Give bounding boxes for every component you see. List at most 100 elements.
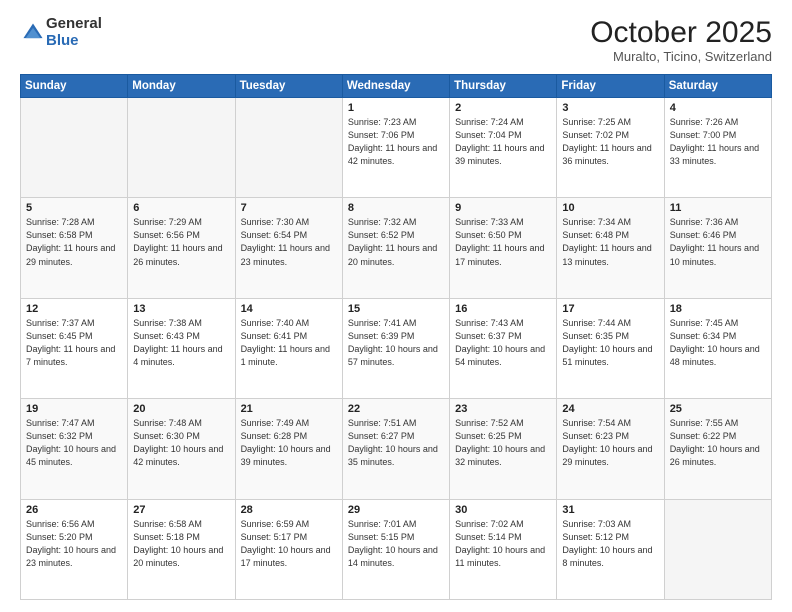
calendar-header-row: SundayMondayTuesdayWednesdayThursdayFrid… (21, 75, 772, 98)
calendar-cell: 15 Sunrise: 7:41 AMSunset: 6:39 PMDayligh… (342, 298, 449, 398)
day-info: Sunrise: 7:33 AMSunset: 6:50 PMDaylight:… (455, 216, 551, 268)
day-info: Sunrise: 7:34 AMSunset: 6:48 PMDaylight:… (562, 216, 658, 268)
day-number: 14 (241, 303, 337, 315)
calendar-cell: 30 Sunrise: 7:02 AMSunset: 5:14 PMDayligh… (450, 499, 557, 599)
day-info: Sunrise: 7:44 AMSunset: 6:35 PMDaylight:… (562, 317, 658, 369)
calendar-cell (128, 98, 235, 198)
day-number: 30 (455, 504, 551, 516)
day-info: Sunrise: 7:49 AMSunset: 6:28 PMDaylight:… (241, 417, 337, 469)
day-number: 8 (348, 202, 444, 214)
calendar-cell: 20Sunrise: 7:48 AMSunset: 6:30 PMDayligh… (128, 399, 235, 499)
calendar-cell: 8 Sunrise: 7:32 AMSunset: 6:52 PMDaylight… (342, 198, 449, 298)
day-number: 12 (26, 303, 122, 315)
day-info: Sunrise: 7:55 AMSunset: 6:22 PMDaylight:… (670, 417, 766, 469)
day-number: 9 (455, 202, 551, 214)
day-number: 18 (670, 303, 766, 315)
day-number: 23 (455, 403, 551, 415)
day-info: Sunrise: 7:48 AMSunset: 6:30 PMDaylight:… (133, 417, 229, 469)
calendar-cell: 31 Sunrise: 7:03 AMSunset: 5:12 PMDayligh… (557, 499, 664, 599)
day-number: 26 (26, 504, 122, 516)
calendar-cell: 25 Sunrise: 7:55 AMSunset: 6:22 PMDayligh… (664, 399, 771, 499)
day-info: Sunrise: 7:52 AMSunset: 6:25 PMDaylight:… (455, 417, 551, 469)
day-info: Sunrise: 6:58 AMSunset: 5:18 PMDaylight:… (133, 518, 229, 570)
day-number: 28 (241, 504, 337, 516)
day-number: 16 (455, 303, 551, 315)
day-info: Sunrise: 7:25 AMSunset: 7:02 PMDaylight:… (562, 116, 658, 168)
day-info: Sunrise: 7:38 AMSunset: 6:43 PMDaylight:… (133, 317, 229, 369)
day-number: 17 (562, 303, 658, 315)
calendar-cell: 14 Sunrise: 7:40 AMSunset: 6:41 PMDayligh… (235, 298, 342, 398)
calendar-cell: 28 Sunrise: 6:59 AMSunset: 5:17 PMDayligh… (235, 499, 342, 599)
day-info: Sunrise: 7:41 AMSunset: 6:39 PMDaylight:… (348, 317, 444, 369)
day-number: 4 (670, 102, 766, 114)
day-info: Sunrise: 7:37 AMSunset: 6:45 PMDaylight:… (26, 317, 122, 369)
day-number: 31 (562, 504, 658, 516)
day-info: Sunrise: 7:45 AMSunset: 6:34 PMDaylight:… (670, 317, 766, 369)
header: General Blue October 2025 Muralto, Ticin… (20, 16, 772, 64)
calendar: SundayMondayTuesdayWednesdayThursdayFrid… (20, 74, 772, 600)
calendar-cell: 17 Sunrise: 7:44 AMSunset: 6:35 PMDayligh… (557, 298, 664, 398)
calendar-cell (21, 98, 128, 198)
calendar-cell: 3Sunrise: 7:25 AMSunset: 7:02 PMDaylight… (557, 98, 664, 198)
calendar-week-row: 5Sunrise: 7:28 AMSunset: 6:58 PMDaylight… (21, 198, 772, 298)
day-info: Sunrise: 7:28 AMSunset: 6:58 PMDaylight:… (26, 216, 122, 268)
day-info: Sunrise: 7:36 AMSunset: 6:46 PMDaylight:… (670, 216, 766, 268)
day-info: Sunrise: 7:51 AMSunset: 6:27 PMDaylight:… (348, 417, 444, 469)
day-info: Sunrise: 7:02 AMSunset: 5:14 PMDaylight:… (455, 518, 551, 570)
calendar-header-sunday: Sunday (21, 75, 128, 98)
day-info: Sunrise: 7:40 AMSunset: 6:41 PMDaylight:… (241, 317, 337, 369)
calendar-cell: 22Sunrise: 7:51 AMSunset: 6:27 PMDayligh… (342, 399, 449, 499)
calendar-cell: 13 Sunrise: 7:38 AMSunset: 6:43 PMDayligh… (128, 298, 235, 398)
calendar-cell: 18 Sunrise: 7:45 AMSunset: 6:34 PMDayligh… (664, 298, 771, 398)
day-number: 15 (348, 303, 444, 315)
location: Muralto, Ticino, Switzerland (590, 49, 772, 64)
calendar-cell: 12 Sunrise: 7:37 AMSunset: 6:45 PMDayligh… (21, 298, 128, 398)
day-info: Sunrise: 6:59 AMSunset: 5:17 PMDaylight:… (241, 518, 337, 570)
calendar-cell (664, 499, 771, 599)
day-info: Sunrise: 7:24 AMSunset: 7:04 PMDaylight:… (455, 116, 551, 168)
day-number: 11 (670, 202, 766, 214)
day-number: 19 (26, 403, 122, 415)
calendar-cell (235, 98, 342, 198)
day-number: 24 (562, 403, 658, 415)
logo-text: General Blue (46, 16, 102, 49)
calendar-cell: 27 Sunrise: 6:58 AMSunset: 5:18 PMDayligh… (128, 499, 235, 599)
calendar-cell: 24 Sunrise: 7:54 AMSunset: 6:23 PMDayligh… (557, 399, 664, 499)
calendar-week-row: 1 Sunrise: 7:23 AMSunset: 7:06 PMDaylight… (21, 98, 772, 198)
day-number: 27 (133, 504, 229, 516)
day-info: Sunrise: 7:43 AMSunset: 6:37 PMDaylight:… (455, 317, 551, 369)
day-info: Sunrise: 7:54 AMSunset: 6:23 PMDaylight:… (562, 417, 658, 469)
day-info: Sunrise: 7:32 AMSunset: 6:52 PMDaylight:… (348, 216, 444, 268)
calendar-header-tuesday: Tuesday (235, 75, 342, 98)
calendar-header-saturday: Saturday (664, 75, 771, 98)
day-number: 10 (562, 202, 658, 214)
calendar-header-friday: Friday (557, 75, 664, 98)
calendar-cell: 6Sunrise: 7:29 AMSunset: 6:56 PMDaylight… (128, 198, 235, 298)
day-number: 13 (133, 303, 229, 315)
day-info: Sunrise: 7:23 AMSunset: 7:06 PMDaylight:… (348, 116, 444, 168)
day-info: Sunrise: 7:03 AMSunset: 5:12 PMDaylight:… (562, 518, 658, 570)
day-number: 25 (670, 403, 766, 415)
day-number: 2 (455, 102, 551, 114)
calendar-cell: 7Sunrise: 7:30 AMSunset: 6:54 PMDaylight… (235, 198, 342, 298)
day-info: Sunrise: 7:30 AMSunset: 6:54 PMDaylight:… (241, 216, 337, 268)
calendar-cell: 23 Sunrise: 7:52 AMSunset: 6:25 PMDayligh… (450, 399, 557, 499)
calendar-cell: 9 Sunrise: 7:33 AMSunset: 6:50 PMDaylight… (450, 198, 557, 298)
calendar-cell: 21 Sunrise: 7:49 AMSunset: 6:28 PMDayligh… (235, 399, 342, 499)
calendar-header-thursday: Thursday (450, 75, 557, 98)
calendar-cell: 5Sunrise: 7:28 AMSunset: 6:58 PMDaylight… (21, 198, 128, 298)
calendar-header-wednesday: Wednesday (342, 75, 449, 98)
day-info: Sunrise: 7:26 AMSunset: 7:00 PMDaylight:… (670, 116, 766, 168)
calendar-cell: 2 Sunrise: 7:24 AMSunset: 7:04 PMDaylight… (450, 98, 557, 198)
logo-icon (22, 22, 44, 44)
calendar-week-row: 19Sunrise: 7:47 AMSunset: 6:32 PMDayligh… (21, 399, 772, 499)
day-number: 29 (348, 504, 444, 516)
calendar-cell: 16 Sunrise: 7:43 AMSunset: 6:37 PMDayligh… (450, 298, 557, 398)
day-number: 1 (348, 102, 444, 114)
day-info: Sunrise: 6:56 AMSunset: 5:20 PMDaylight:… (26, 518, 122, 570)
calendar-cell: 4 Sunrise: 7:26 AMSunset: 7:00 PMDaylight… (664, 98, 771, 198)
month-title: October 2025 (590, 16, 772, 49)
calendar-header-monday: Monday (128, 75, 235, 98)
day-number: 21 (241, 403, 337, 415)
logo-blue-text: Blue (46, 33, 102, 50)
